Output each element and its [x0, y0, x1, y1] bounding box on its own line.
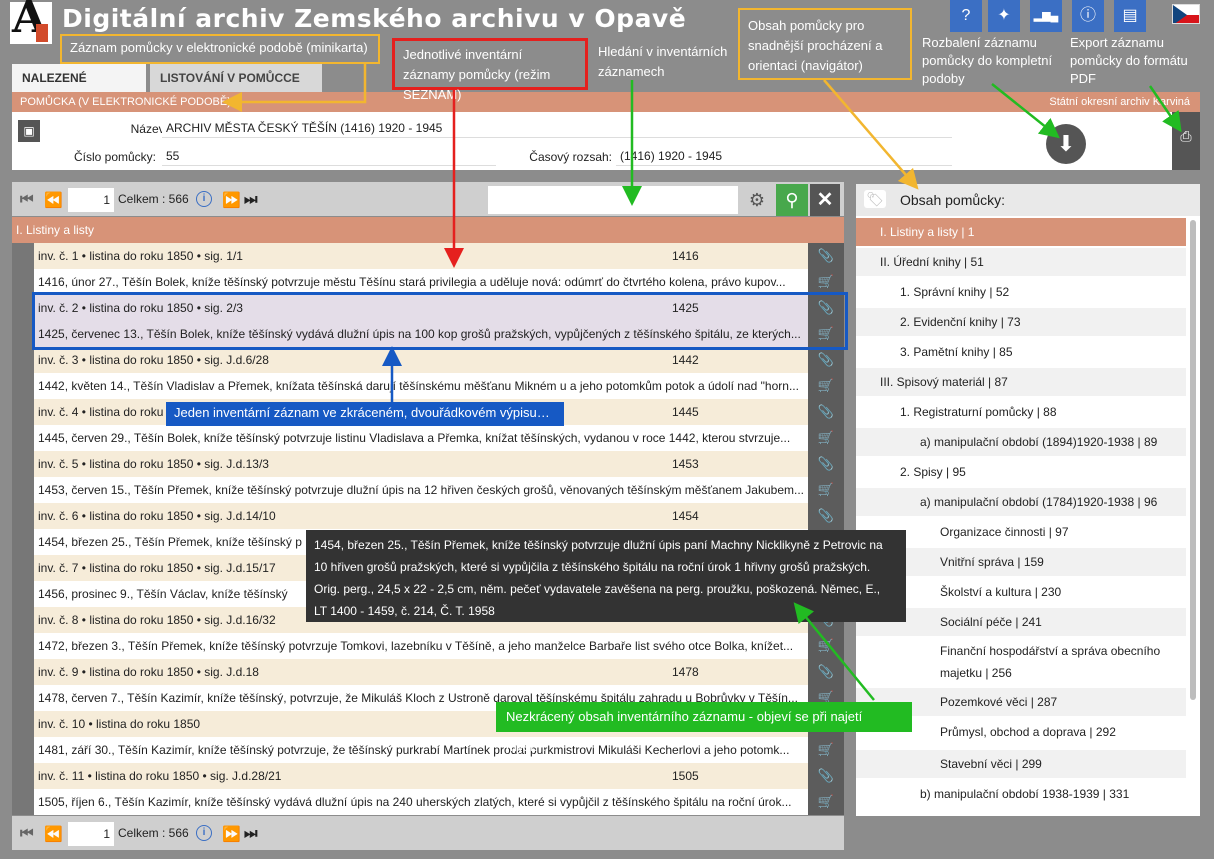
annotation-arrows	[222, 64, 1182, 701]
